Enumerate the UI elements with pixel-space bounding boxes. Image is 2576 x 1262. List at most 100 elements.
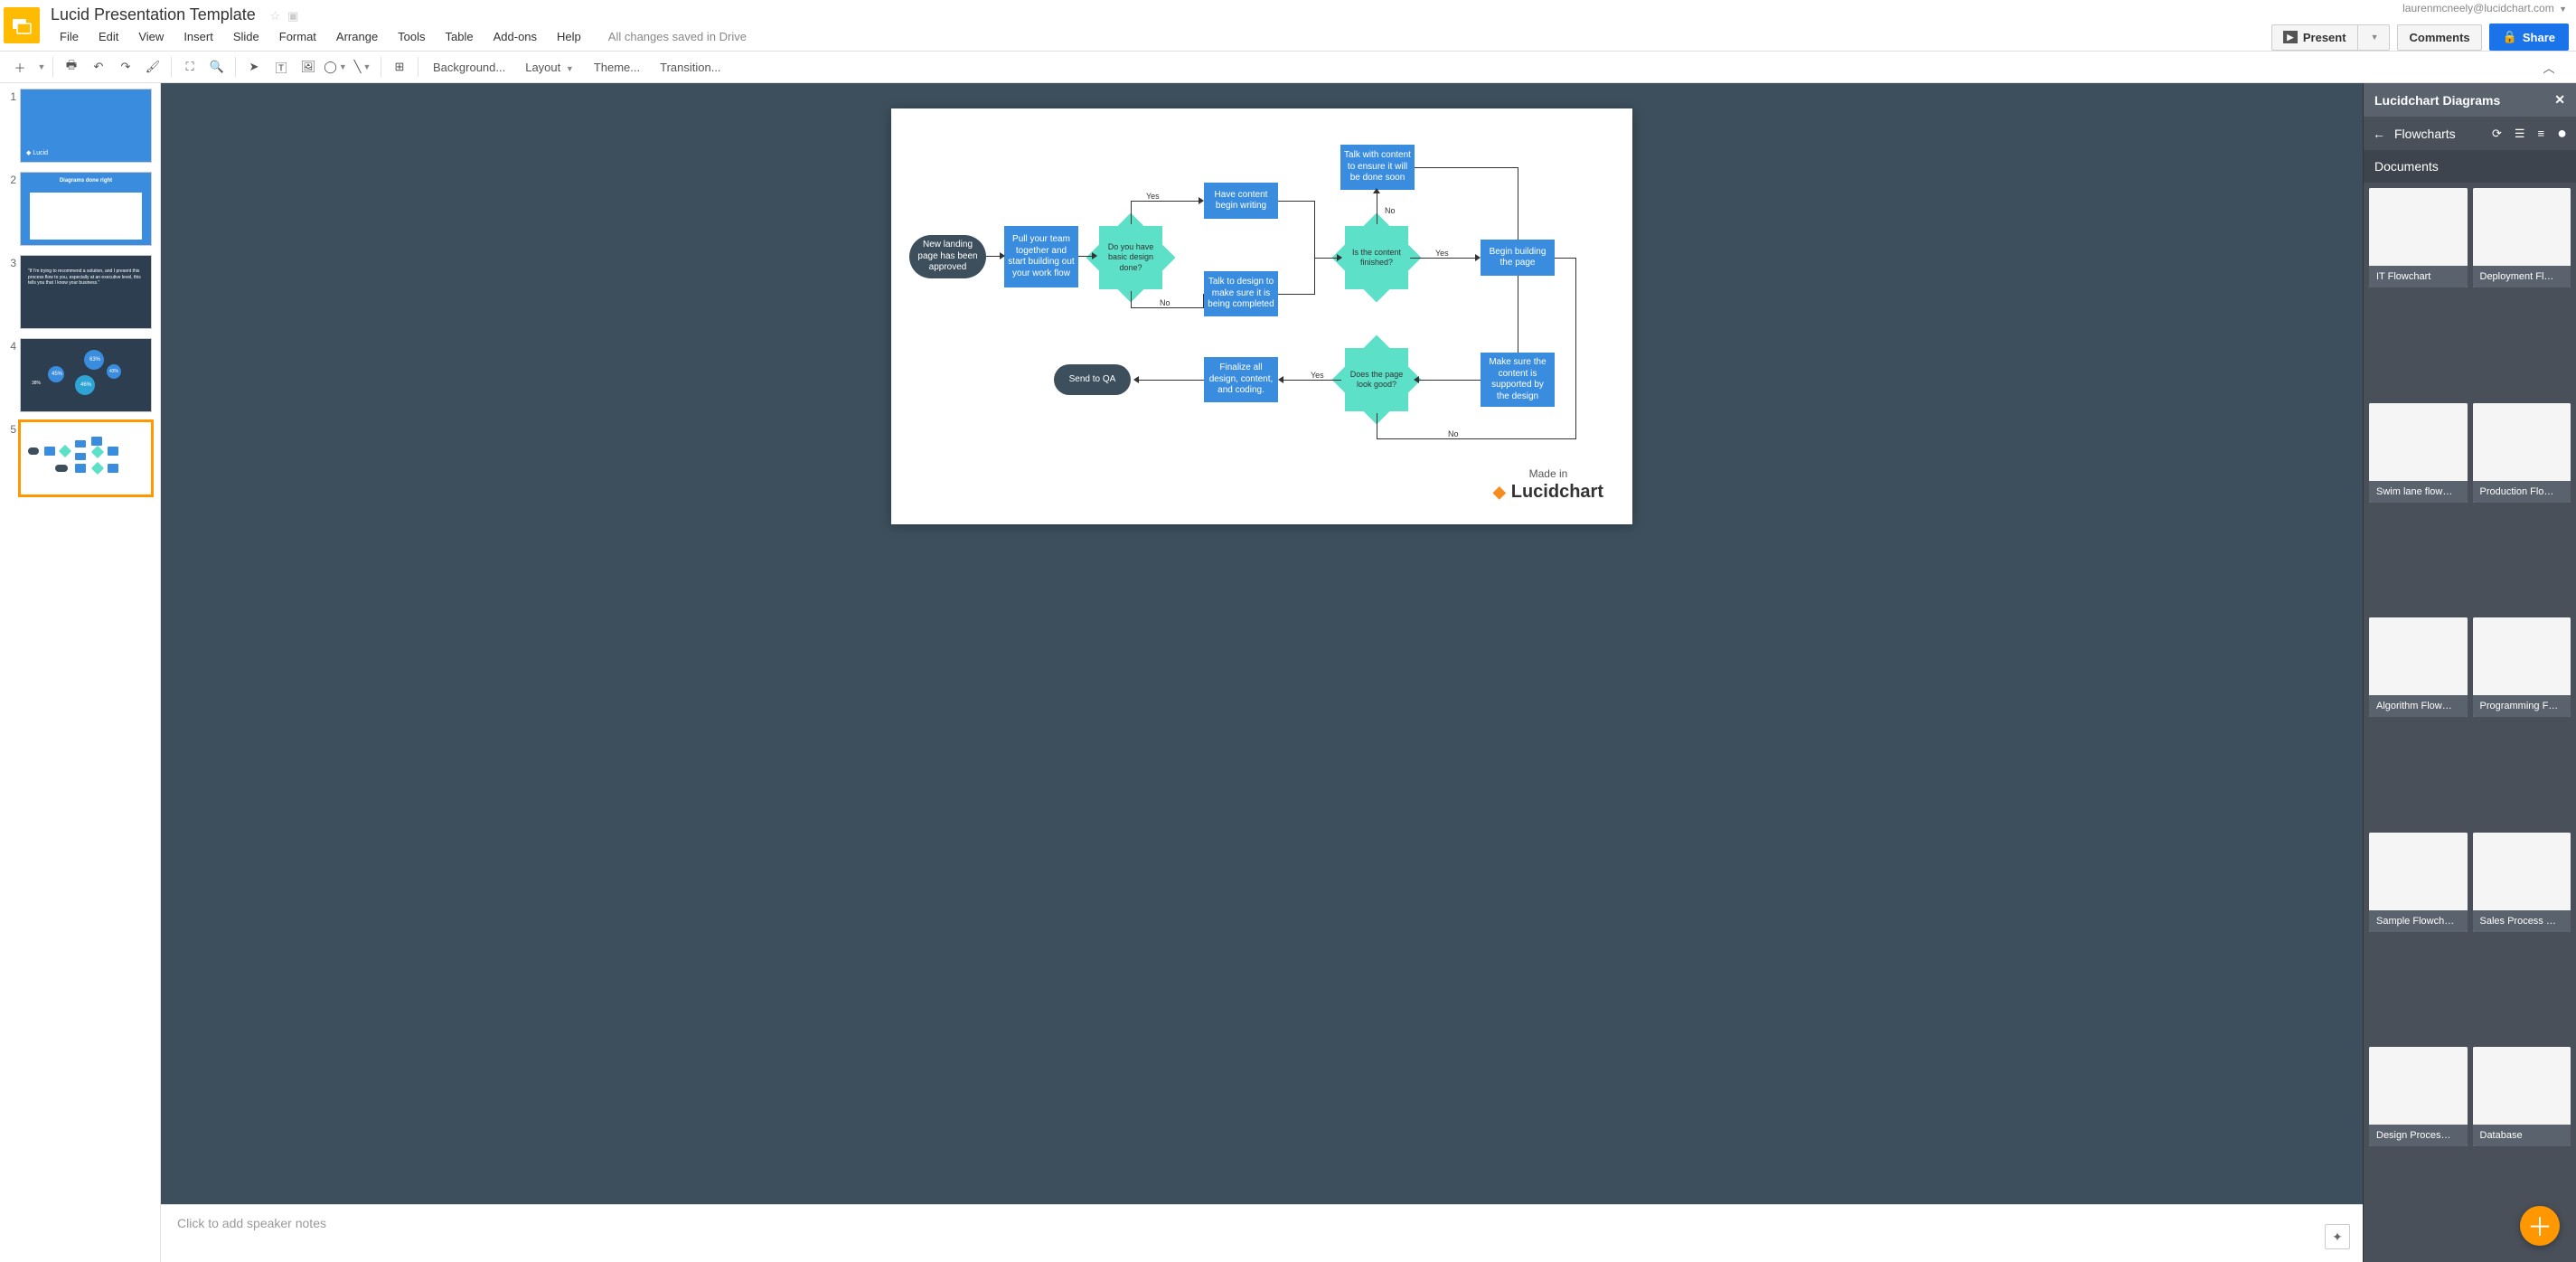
sort-icon[interactable]: ☰ bbox=[2515, 127, 2525, 141]
doc-title[interactable]: Lucid Presentation Template bbox=[51, 5, 256, 24]
doc-card[interactable]: Sample Flowch… bbox=[2369, 833, 2468, 932]
filmstrip: 1 ◆ Lucid 2 Diagrams done right 3 "If I'… bbox=[0, 83, 161, 1262]
folder-icon[interactable]: ▣ bbox=[287, 9, 298, 24]
save-status: All changes saved in Drive bbox=[608, 30, 747, 43]
flowchart-decision-node[interactable]: Do you have basic design done? bbox=[1099, 226, 1162, 289]
menu-bar: File Edit View Insert Slide Format Arran… bbox=[51, 26, 2271, 47]
slide-thumbnail-4[interactable]: 63% 45% 46% 43% 38% bbox=[20, 338, 152, 412]
account-icon[interactable]: ● bbox=[2557, 124, 2567, 143]
edge-label-no: No bbox=[1446, 429, 1461, 438]
edge-label-no: No bbox=[1383, 206, 1397, 215]
edge-label-no: No bbox=[1158, 298, 1172, 307]
comment-icon[interactable]: ⊞ bbox=[387, 54, 412, 80]
menu-format[interactable]: Format bbox=[270, 26, 325, 47]
speaker-notes[interactable]: Click to add speaker notes ✦ bbox=[161, 1204, 2363, 1262]
doc-card[interactable]: Design Proces… bbox=[2369, 1047, 2468, 1146]
slide-number: 5 bbox=[4, 421, 16, 495]
doc-card[interactable]: Swim lane flow… bbox=[2369, 403, 2468, 503]
menu-edit[interactable]: Edit bbox=[89, 26, 127, 47]
user-email[interactable]: laurenmcneely@lucidchart.com ▼ bbox=[2402, 2, 2567, 14]
select-icon[interactable]: ➤ bbox=[241, 54, 267, 80]
list-icon[interactable]: ≡ bbox=[2538, 127, 2545, 140]
menu-arrange[interactable]: Arrange bbox=[327, 26, 387, 47]
new-slide-dropdown[interactable]: ▼ bbox=[34, 54, 47, 80]
add-fab-button[interactable]: ＋ bbox=[2520, 1206, 2560, 1246]
layout-button[interactable]: Layout ▼ bbox=[516, 61, 583, 74]
edge-label-yes: Yes bbox=[1144, 192, 1161, 201]
lucidchart-sidepanel: Lucidchart Diagrams ✕ ← Flowcharts ⟳ ☰ ≡… bbox=[2363, 83, 2576, 1262]
transition-button[interactable]: Transition... bbox=[651, 61, 729, 74]
print-icon[interactable]: 🖶 bbox=[59, 54, 84, 80]
collapse-toolbar-icon[interactable]: ︿ bbox=[2536, 54, 2562, 80]
menu-view[interactable]: View bbox=[129, 26, 173, 47]
menu-table[interactable]: Table bbox=[437, 26, 483, 47]
menu-insert[interactable]: Insert bbox=[174, 26, 222, 47]
slide-number: 3 bbox=[4, 255, 16, 329]
slide-thumbnail-3[interactable]: "If I'm trying to recommend a solution, … bbox=[20, 255, 152, 329]
new-slide-button[interactable]: ＋ bbox=[7, 54, 33, 80]
made-in-attribution: Made in ◆Lucidchart bbox=[1493, 467, 1603, 503]
close-icon[interactable]: ✕ bbox=[2554, 92, 2565, 108]
slides-logo[interactable] bbox=[4, 7, 40, 43]
header: Lucid Presentation Template ☆ ▣ File Edi… bbox=[0, 0, 2576, 51]
lock-icon: 🔒 bbox=[2503, 30, 2517, 44]
theme-button[interactable]: Theme... bbox=[585, 61, 649, 74]
menu-help[interactable]: Help bbox=[548, 26, 590, 47]
flowchart-start-node[interactable]: New landing page has been approved bbox=[909, 235, 986, 278]
present-button-group: ▶ Present ▼ bbox=[2271, 24, 2391, 51]
slide[interactable]: New landing page has been approved Pull … bbox=[891, 108, 1632, 524]
slide-canvas[interactable]: New landing page has been approved Pull … bbox=[161, 83, 2363, 1204]
line-icon[interactable]: ╲▼ bbox=[350, 54, 375, 80]
menu-addons[interactable]: Add-ons bbox=[484, 26, 546, 47]
flowchart-end-node[interactable]: Send to QA bbox=[1054, 364, 1131, 395]
explore-button[interactable]: ✦ bbox=[2325, 1224, 2350, 1249]
flowchart-process-node[interactable]: Talk to design to make sure it is being … bbox=[1204, 271, 1278, 316]
fit-icon[interactable]: ⛶ bbox=[177, 54, 202, 80]
zoom-icon[interactable]: 🔍 bbox=[204, 54, 230, 80]
present-icon: ▶ bbox=[2283, 31, 2298, 43]
doc-card[interactable]: IT Flowchart bbox=[2369, 188, 2468, 287]
menu-file[interactable]: File bbox=[51, 26, 88, 47]
present-dropdown[interactable]: ▼ bbox=[2357, 25, 2390, 50]
flowchart-process-node[interactable]: Talk with content to ensure it will be d… bbox=[1340, 145, 1415, 190]
menu-slide[interactable]: Slide bbox=[224, 26, 268, 47]
menu-tools[interactable]: Tools bbox=[389, 26, 434, 47]
flowchart-process-node[interactable]: Pull your team together and start buildi… bbox=[1004, 226, 1078, 287]
slide-number: 1 bbox=[4, 89, 16, 163]
comments-button[interactable]: Comments bbox=[2397, 24, 2481, 51]
doc-card[interactable]: Database bbox=[2473, 1047, 2571, 1146]
present-button[interactable]: ▶ Present bbox=[2272, 25, 2357, 50]
star-icon[interactable]: ☆ bbox=[269, 9, 280, 24]
share-button[interactable]: 🔒 Share bbox=[2489, 24, 2569, 51]
redo-icon[interactable]: ↷ bbox=[113, 54, 138, 80]
paint-format-icon[interactable]: 🖌 bbox=[140, 54, 165, 80]
undo-icon[interactable]: ↶ bbox=[86, 54, 111, 80]
flowchart-process-node[interactable]: Finalize all design, content, and coding… bbox=[1204, 357, 1278, 402]
edge-label-yes: Yes bbox=[1309, 371, 1326, 380]
flowchart-process-node[interactable]: Have content begin writing bbox=[1204, 183, 1278, 219]
refresh-icon[interactable]: ⟳ bbox=[2492, 127, 2502, 141]
doc-card[interactable]: Sales Process … bbox=[2473, 833, 2571, 932]
slide-thumbnail-2[interactable]: Diagrams done right bbox=[20, 172, 152, 246]
doc-card[interactable]: Algorithm Flow… bbox=[2369, 617, 2468, 717]
slide-thumbnail-1[interactable]: ◆ Lucid bbox=[20, 89, 152, 163]
background-button[interactable]: Background... bbox=[424, 61, 514, 74]
slide-number: 2 bbox=[4, 172, 16, 246]
image-icon[interactable]: 🖼 bbox=[296, 54, 321, 80]
slide-number: 4 bbox=[4, 338, 16, 412]
breadcrumb[interactable]: Flowcharts bbox=[2394, 127, 2456, 141]
back-arrow-icon[interactable]: ← bbox=[2373, 127, 2385, 141]
sidepanel-section-header: Documents bbox=[2364, 150, 2576, 183]
doc-card[interactable]: Programming F… bbox=[2473, 617, 2571, 717]
flowchart-process-node[interactable]: Make sure the content is supported by th… bbox=[1481, 353, 1555, 407]
textbox-icon[interactable]: 🅃 bbox=[268, 54, 294, 80]
flowchart-decision-node[interactable]: Is the content finished? bbox=[1345, 226, 1408, 289]
flowchart-decision-node[interactable]: Does the page look good? bbox=[1345, 348, 1408, 411]
shape-icon[interactable]: ◯▼ bbox=[323, 54, 348, 80]
slide-thumbnail-5[interactable] bbox=[20, 421, 152, 495]
lucidchart-logo-icon: ◆ bbox=[1493, 483, 1506, 502]
flowchart-process-node[interactable]: Begin building the page bbox=[1481, 240, 1555, 276]
doc-card[interactable]: Production Flo… bbox=[2473, 403, 2571, 503]
toolbar: ＋ ▼ 🖶 ↶ ↷ 🖌 ⛶ 🔍 ➤ 🅃 🖼 ◯▼ ╲▼ ⊞ Background… bbox=[0, 51, 2576, 83]
doc-card[interactable]: Deployment Fl… bbox=[2473, 188, 2571, 287]
